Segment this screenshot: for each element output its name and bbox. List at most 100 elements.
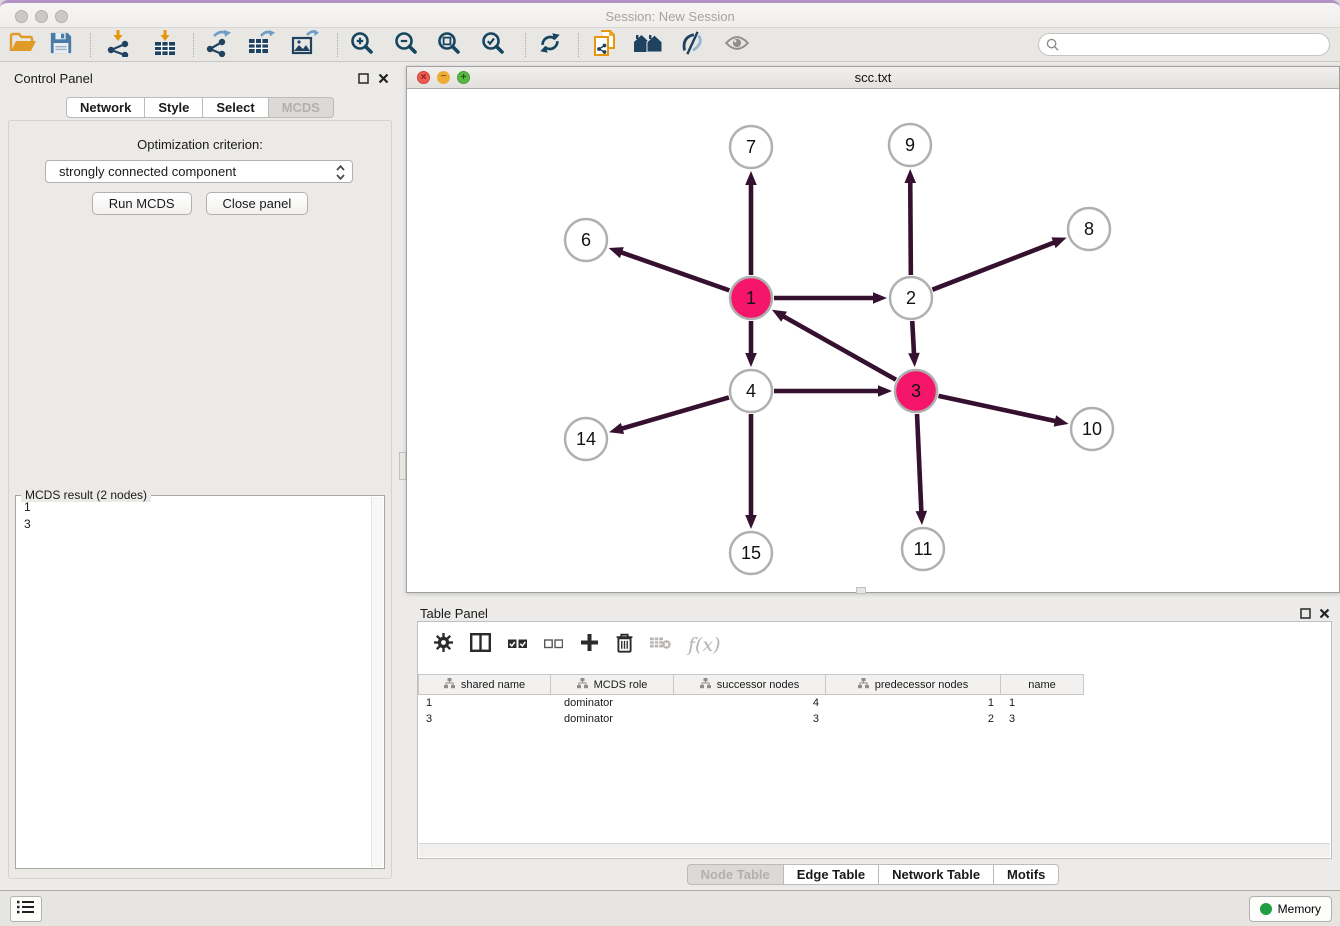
graph-node-9[interactable]: 9 bbox=[889, 124, 931, 166]
graph-edge-3-10[interactable] bbox=[938, 396, 1068, 427]
delete-column-button[interactable] bbox=[616, 633, 633, 658]
select-all-button[interactable] bbox=[508, 636, 527, 654]
import-table-button[interactable] bbox=[147, 30, 183, 60]
zoom-out-button[interactable] bbox=[388, 30, 424, 60]
network-view-window: × − + scc.txt 7968124314101511 bbox=[406, 66, 1340, 593]
graph-node-4[interactable]: 4 bbox=[730, 370, 772, 412]
arrowhead-icon bbox=[873, 292, 887, 304]
column-header-successor-nodes[interactable]: successor nodes bbox=[674, 674, 826, 695]
float-panel-icon[interactable] bbox=[356, 71, 370, 85]
hide-graphics-details-button[interactable] bbox=[674, 30, 710, 60]
zoom-selected-button[interactable] bbox=[475, 30, 511, 60]
tab-node-table[interactable]: Node Table bbox=[687, 864, 784, 885]
tab-motifs[interactable]: Motifs bbox=[994, 864, 1059, 885]
cell-mcds-role[interactable]: dominator bbox=[551, 695, 674, 711]
graph-node-6[interactable]: 6 bbox=[565, 219, 607, 261]
status-bar: Memory bbox=[0, 890, 1340, 926]
cell-name[interactable]: 3 bbox=[1001, 711, 1084, 727]
toolbar-separator bbox=[578, 33, 579, 57]
search-field bbox=[1038, 33, 1330, 56]
graph-node-3[interactable]: 3 bbox=[895, 370, 937, 412]
graph-edge-1-4[interactable] bbox=[745, 321, 757, 367]
cell-successor-nodes[interactable]: 3 bbox=[674, 711, 826, 727]
node-label: 2 bbox=[906, 288, 916, 308]
run-mcds-button[interactable]: Run MCDS bbox=[92, 192, 192, 215]
zoom-in-button[interactable] bbox=[344, 30, 380, 60]
graph-node-14[interactable]: 14 bbox=[565, 418, 607, 460]
cell-shared-name[interactable]: 3 bbox=[418, 711, 551, 727]
column-header-name[interactable]: name bbox=[1001, 674, 1084, 695]
graph-edge-3-1[interactable] bbox=[772, 310, 896, 380]
arrowhead-icon bbox=[908, 353, 920, 367]
close-panel-button[interactable]: Close panel bbox=[206, 192, 309, 215]
import-network-button[interactable] bbox=[100, 30, 136, 60]
graph-edge-4-15[interactable] bbox=[745, 414, 757, 529]
tab-network[interactable]: Network bbox=[66, 97, 145, 118]
export-image-button[interactable] bbox=[287, 30, 323, 60]
graph-edge-2-9[interactable] bbox=[904, 169, 916, 275]
memory-button[interactable]: Memory bbox=[1249, 896, 1332, 922]
graph-node-2[interactable]: 2 bbox=[890, 277, 932, 319]
table-settings-button[interactable] bbox=[434, 633, 453, 657]
graph-edge-4-14[interactable] bbox=[609, 397, 729, 434]
deselect-all-button[interactable] bbox=[544, 636, 563, 654]
tab-network-table[interactable]: Network Table bbox=[879, 864, 994, 885]
export-network-button[interactable] bbox=[200, 30, 236, 60]
export-table-button[interactable] bbox=[243, 30, 279, 60]
graph-edge-1-2[interactable] bbox=[774, 292, 887, 304]
result-scrollbar[interactable] bbox=[371, 497, 383, 867]
node-label: 14 bbox=[576, 429, 596, 449]
graph-node-7[interactable]: 7 bbox=[730, 126, 772, 168]
table-horizontal-scrollbar[interactable] bbox=[419, 843, 1330, 857]
mcds-result-text[interactable]: 13 bbox=[24, 499, 368, 865]
open-session-button[interactable] bbox=[5, 30, 41, 60]
result-line: 3 bbox=[24, 516, 368, 533]
table-panel-title: Table Panel bbox=[420, 606, 488, 621]
save-session-button[interactable] bbox=[43, 30, 79, 60]
zoom-fit-button[interactable] bbox=[431, 30, 467, 60]
cell-mcds-role[interactable]: dominator bbox=[551, 711, 674, 727]
cell-predecessor-nodes[interactable]: 1 bbox=[826, 695, 1001, 711]
network-canvas[interactable]: 7 9 6 8 1 2 4 3 14 10 15 11 bbox=[407, 89, 1339, 592]
bottom-splitter-handle[interactable] bbox=[856, 587, 866, 594]
task-history-button[interactable] bbox=[10, 896, 42, 922]
graph-edge-2-3[interactable] bbox=[908, 321, 920, 367]
column-header-shared-name[interactable]: shared name bbox=[418, 674, 551, 695]
tab-mcds[interactable]: MCDS bbox=[269, 97, 334, 118]
show-column-button[interactable] bbox=[470, 633, 491, 657]
column-header-predecessor-nodes[interactable]: predecessor nodes bbox=[826, 674, 1001, 695]
search-input[interactable] bbox=[1059, 38, 1329, 52]
show-graphics-details-button[interactable] bbox=[719, 30, 755, 60]
close-panel-icon[interactable] bbox=[376, 71, 390, 85]
cell-successor-nodes[interactable]: 4 bbox=[674, 695, 826, 711]
dropdown-stepper-icon bbox=[336, 165, 345, 183]
graph-node-8[interactable]: 8 bbox=[1068, 208, 1110, 250]
network-overview-button[interactable] bbox=[630, 30, 666, 60]
column-header-mcds-role[interactable]: MCDS role bbox=[551, 674, 674, 695]
close-table-panel-icon[interactable] bbox=[1317, 606, 1331, 620]
graph-node-10[interactable]: 10 bbox=[1071, 408, 1113, 450]
tree-icon bbox=[858, 678, 869, 692]
float-table-panel-icon[interactable] bbox=[1298, 606, 1312, 620]
graph-edge-3-11[interactable] bbox=[916, 414, 928, 525]
tab-style[interactable]: Style bbox=[145, 97, 203, 118]
control-panel-tabs: NetworkStyleSelectMCDS bbox=[0, 97, 400, 118]
graph-node-15[interactable]: 15 bbox=[730, 532, 772, 574]
graph-node-11[interactable]: 11 bbox=[902, 528, 944, 570]
clone-network-button[interactable] bbox=[587, 30, 623, 60]
create-column-button[interactable] bbox=[580, 633, 599, 657]
graph-edge-1-7[interactable] bbox=[745, 171, 757, 275]
cell-name[interactable]: 1 bbox=[1001, 695, 1084, 711]
graph-edge-4-3[interactable] bbox=[774, 385, 892, 397]
cell-shared-name[interactable]: 1 bbox=[418, 695, 551, 711]
graph-edge-1-6[interactable] bbox=[609, 247, 730, 290]
graph-node-1[interactable]: 1 bbox=[730, 277, 772, 319]
apply-layout-button[interactable] bbox=[532, 30, 568, 60]
tab-select[interactable]: Select bbox=[203, 97, 268, 118]
criterion-dropdown[interactable]: strongly connected component bbox=[45, 160, 353, 183]
graph-edge-2-8[interactable] bbox=[932, 237, 1066, 289]
tab-edge-table[interactable]: Edge Table bbox=[784, 864, 879, 885]
cell-predecessor-nodes[interactable]: 2 bbox=[826, 711, 1001, 727]
network-window-title: scc.txt bbox=[407, 70, 1339, 85]
left-splitter-handle[interactable] bbox=[399, 452, 406, 480]
